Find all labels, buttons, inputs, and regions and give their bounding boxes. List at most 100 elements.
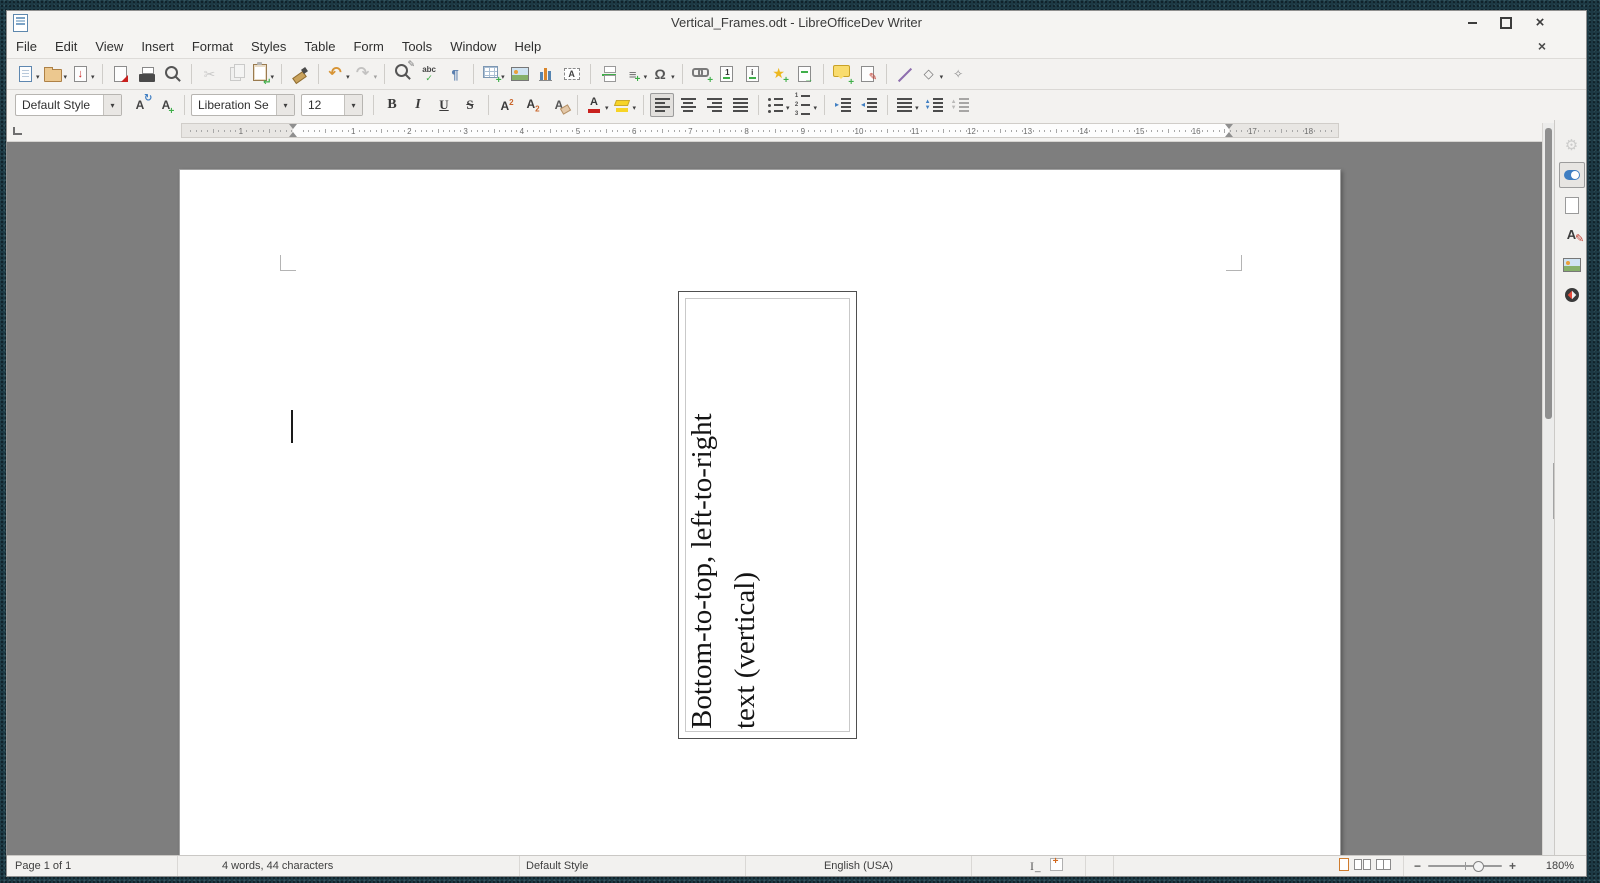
multi-page-view-button[interactable] <box>1354 859 1371 873</box>
menu-edit[interactable]: Edit <box>46 36 86 57</box>
dropdown-arrow-icon[interactable]: ▾ <box>633 104 637 112</box>
undo-button[interactable]: ↶▾ <box>325 62 351 86</box>
dropdown-arrow-icon[interactable]: ▾ <box>374 73 378 81</box>
dropdown-arrow-icon[interactable]: ▾ <box>915 104 919 112</box>
zoom-level[interactable]: 180% <box>1526 860 1586 872</box>
align-left-button[interactable] <box>650 93 674 117</box>
dropdown-arrow-icon[interactable]: ▾ <box>605 104 609 112</box>
dropdown-arrow-icon[interactable]: ▾ <box>671 73 675 81</box>
export-pdf-button[interactable] <box>109 62 133 86</box>
formatting-marks-button[interactable]: ¶ <box>443 62 467 86</box>
dropdown-arrow-icon[interactable]: ▾ <box>64 73 68 81</box>
menu-form[interactable]: Form <box>344 36 392 57</box>
single-page-view-button[interactable] <box>1339 858 1349 874</box>
print-button[interactable] <box>135 62 159 86</box>
menu-insert[interactable]: Insert <box>132 36 183 57</box>
zoom-slider[interactable] <box>1428 865 1502 867</box>
italic-button[interactable]: I <box>406 93 430 117</box>
menu-help[interactable]: Help <box>505 36 550 57</box>
insert-mode-indicator[interactable]: I_ <box>1030 860 1041 873</box>
font-name-combo[interactable]: Liberation Se▾ <box>191 94 295 116</box>
dropdown-arrow-icon[interactable]: ▾ <box>346 73 350 81</box>
minimize-button[interactable] <box>1464 15 1480 31</box>
strikethrough-button[interactable]: S <box>458 93 482 117</box>
dropdown-arrow-icon[interactable]: ▾ <box>940 73 944 81</box>
highlight-color-button[interactable]: ▾ <box>612 93 638 117</box>
left-indent-marker[interactable] <box>289 124 297 129</box>
subscript-button[interactable]: A2 <box>521 93 545 117</box>
insert-bookmark-button[interactable]: ★+ <box>767 62 791 86</box>
zoom-slider-knob[interactable] <box>1473 861 1484 872</box>
menu-view[interactable]: View <box>86 36 132 57</box>
font-size-value[interactable]: 12 <box>302 98 344 112</box>
insert-hyperlink-button[interactable]: + <box>689 62 713 86</box>
underline-button[interactable]: U <box>432 93 456 117</box>
numbered-list-button[interactable]: 123▾ <box>793 93 819 117</box>
track-changes-button[interactable]: ✎ <box>856 62 880 86</box>
menu-styles[interactable]: Styles <box>242 36 295 57</box>
new-document-button[interactable]: ▾ <box>15 62 41 86</box>
align-center-button[interactable] <box>676 93 700 117</box>
basic-shapes-button[interactable]: ◇▾ <box>919 62 945 86</box>
dropdown-arrow-icon[interactable]: ▾ <box>786 104 790 112</box>
align-right-button[interactable] <box>702 93 726 117</box>
menu-table[interactable]: Table <box>295 36 344 57</box>
right-indent-marker[interactable] <box>1225 132 1233 137</box>
sidebar-styles-button[interactable]: A✎ <box>1559 222 1585 248</box>
horizontal-ruler[interactable]: 1123456789101112131415161718 <box>181 123 1339 138</box>
superscript-button[interactable]: A2 <box>495 93 519 117</box>
insert-special-character-button[interactable]: Ω▾ <box>650 62 676 86</box>
paste-button[interactable]: ↵▾ <box>250 62 276 86</box>
clone-formatting-button[interactable] <box>288 62 312 86</box>
font-name-dropdown-icon[interactable]: ▾ <box>276 95 294 115</box>
menu-window[interactable]: Window <box>441 36 505 57</box>
decrease-indent-button[interactable]: ◂ <box>857 93 881 117</box>
document-modified-indicator[interactable] <box>1050 858 1063 874</box>
insert-footnote-button[interactable]: 1 <box>715 62 739 86</box>
insert-cross-reference-button[interactable]: → <box>793 62 817 86</box>
insert-image-button[interactable] <box>508 62 532 86</box>
status-language[interactable]: English (USA) <box>746 856 972 876</box>
redo-button[interactable]: ↷▾ <box>353 62 379 86</box>
menu-format[interactable]: Format <box>183 36 242 57</box>
decrease-paragraph-spacing-button[interactable]: ▲▼ <box>948 93 972 117</box>
insert-endnote-button[interactable]: i <box>741 62 765 86</box>
left-indent-marker[interactable] <box>289 132 297 137</box>
book-view-button[interactable] <box>1376 859 1391 873</box>
bullet-list-button[interactable]: ▾ <box>765 93 791 117</box>
vertical-text-frame[interactable]: Bottom-to-top, left-to-right text (verti… <box>678 291 857 739</box>
status-word-count[interactable]: 4 words, 44 characters <box>178 856 520 876</box>
sidebar-sidebar-settings-button[interactable]: ⚙ <box>1559 132 1585 158</box>
sidebar-page-button[interactable] <box>1559 192 1585 218</box>
status-page-number[interactable]: Page 1 of 1 <box>7 856 178 876</box>
font-size-combo[interactable]: 12▾ <box>301 94 363 116</box>
status-page-style[interactable]: Default Style <box>520 856 746 876</box>
open-button[interactable]: ▾ <box>43 62 69 86</box>
insert-page-break-button[interactable] <box>597 62 621 86</box>
menu-file[interactable]: File <box>7 36 46 57</box>
line-spacing-button[interactable]: ▾ <box>894 93 920 117</box>
increase-paragraph-spacing-button[interactable]: ▲▼ <box>922 93 946 117</box>
menu-tools[interactable]: Tools <box>393 36 441 57</box>
dropdown-arrow-icon[interactable]: ▾ <box>814 104 818 112</box>
paragraph-style-value[interactable]: Default Style <box>16 98 103 112</box>
dropdown-arrow-icon[interactable]: ▾ <box>91 73 95 81</box>
show-draw-functions-button[interactable]: ✧ <box>946 62 970 86</box>
zoom-out-button[interactable]: − <box>1414 859 1421 873</box>
sidebar-navigator-button[interactable] <box>1559 282 1585 308</box>
zoom-in-button[interactable]: + <box>1509 859 1516 873</box>
insert-text-box-button[interactable]: A <box>560 62 584 86</box>
insert-line-button[interactable] <box>893 62 917 86</box>
sidebar-properties-button[interactable] <box>1559 162 1585 188</box>
clear-formatting-button[interactable]: A <box>547 93 571 117</box>
new-style-button[interactable]: A+ <box>154 93 178 117</box>
right-indent-marker[interactable] <box>1225 124 1233 129</box>
font-size-dropdown-icon[interactable]: ▾ <box>344 95 362 115</box>
bold-button[interactable]: B <box>380 93 404 117</box>
document-page[interactable]: Bottom-to-top, left-to-right text (verti… <box>179 169 1341 858</box>
insert-field-button[interactable]: ≡+▾ <box>623 62 649 86</box>
copy-button[interactable] <box>224 62 248 86</box>
font-name-value[interactable]: Liberation Se <box>192 98 276 112</box>
titlebar[interactable]: Vertical_Frames.odt - LibreOfficeDev Wri… <box>7 11 1586 34</box>
tab-stop-selector[interactable] <box>13 127 22 135</box>
